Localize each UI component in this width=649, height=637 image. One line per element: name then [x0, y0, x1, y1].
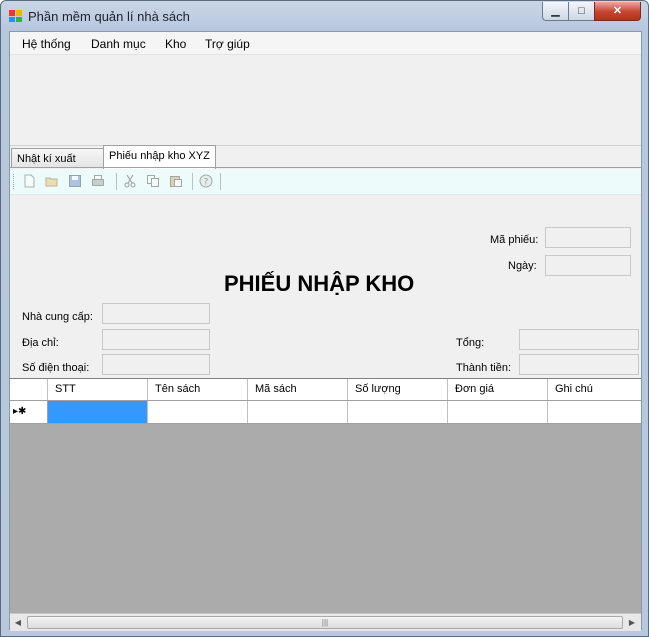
- mdi-upper-panel: [10, 55, 641, 146]
- help-icon[interactable]: ?: [199, 174, 213, 188]
- menu-bar: Hệ thống Danh mục Kho Trợ giúp: [10, 32, 641, 55]
- column-header-ma-sach[interactable]: Mã sách: [248, 379, 348, 400]
- tab-phieu-nhap-kho[interactable]: Phiếu nhập kho XYZ: [103, 145, 216, 169]
- menu-tro-giup[interactable]: Trợ giúp: [205, 37, 250, 51]
- toolbar: ?: [10, 169, 641, 195]
- form-title: PHIẾU NHẬP KHO: [224, 271, 415, 296]
- scroll-right-icon[interactable]: ▶: [624, 615, 640, 630]
- column-header-stt[interactable]: STT: [48, 379, 148, 400]
- close-button[interactable]: ✕: [594, 2, 641, 21]
- dia-chi-label: Địa chỉ:: [22, 337, 59, 349]
- column-header-ghi-chu[interactable]: Ghi chú: [548, 379, 641, 400]
- copy-icon[interactable]: [146, 174, 160, 188]
- tong-label: Tổng:: [456, 337, 485, 349]
- toolbar-separator: [220, 173, 221, 190]
- nha-cung-cap-label: Nhà cung cấp:: [22, 311, 93, 323]
- toolbar-grip[interactable]: [13, 174, 17, 189]
- ma-phieu-field[interactable]: [545, 227, 631, 248]
- column-header-ten-sach[interactable]: Tên sách: [148, 379, 248, 400]
- form-panel: Mã phiếu: Ngày: PHIẾU NHẬP KHO Nhà cung …: [10, 195, 641, 378]
- tab-divider: [10, 167, 641, 168]
- cell-stt[interactable]: [48, 401, 148, 423]
- minimize-button[interactable]: ▁: [542, 2, 569, 21]
- save-icon[interactable]: [68, 174, 82, 188]
- title-bar[interactable]: Phần mềm quản lí nhà sách ▁ □ ✕: [1, 1, 648, 31]
- nha-cung-cap-field[interactable]: [102, 303, 210, 324]
- cell-don-gia[interactable]: [448, 401, 548, 423]
- menu-he-thong[interactable]: Hệ thống: [22, 37, 71, 51]
- paste-icon[interactable]: [169, 174, 183, 188]
- open-folder-icon[interactable]: [45, 174, 59, 188]
- tong-field[interactable]: [519, 329, 639, 350]
- table-row-new[interactable]: ▸✱: [10, 401, 641, 424]
- toolbar-separator: [116, 173, 117, 190]
- main-window: Phần mềm quản lí nhà sách ▁ □ ✕ Hệ thống…: [0, 0, 649, 637]
- data-grid[interactable]: STT Tên sách Mã sách Số lượng Đơn giá Gh…: [10, 378, 641, 614]
- tab-nhat-ki-xuat-nhap[interactable]: Nhật kí xuất nhập: [11, 148, 104, 185]
- cut-icon[interactable]: [123, 174, 137, 188]
- window-title: Phần mềm quản lí nhà sách: [28, 9, 190, 24]
- dia-chi-field[interactable]: [102, 329, 210, 350]
- horizontal-scrollbar[interactable]: ◀ ||| ▶: [10, 613, 641, 631]
- maximize-button[interactable]: □: [568, 2, 595, 21]
- menu-danh-muc[interactable]: Danh mục: [91, 37, 146, 51]
- cell-ma-sach[interactable]: [248, 401, 348, 423]
- scrollbar-thumb[interactable]: |||: [27, 616, 623, 629]
- ngay-label: Ngày:: [508, 260, 537, 272]
- svg-text:?: ?: [204, 178, 209, 188]
- so-dien-thoai-field[interactable]: [102, 354, 210, 375]
- grid-corner-cell[interactable]: [10, 379, 48, 400]
- client-area: Hệ thống Danh mục Kho Trợ giúp Nhật kí x…: [9, 31, 642, 631]
- ma-phieu-label: Mã phiếu:: [490, 234, 539, 246]
- scroll-left-icon[interactable]: ◀: [10, 615, 26, 630]
- app-icon[interactable]: [9, 10, 22, 22]
- menu-kho[interactable]: Kho: [165, 37, 186, 51]
- cell-so-luong[interactable]: [348, 401, 448, 423]
- new-row-indicator[interactable]: ▸✱: [10, 401, 48, 423]
- cell-ten-sach[interactable]: [148, 401, 248, 423]
- thanh-tien-label: Thành tiền:: [456, 362, 512, 374]
- toolbar-separator: [192, 173, 193, 190]
- ngay-field[interactable]: [545, 255, 631, 276]
- column-header-so-luong[interactable]: Số lượng: [348, 379, 448, 400]
- new-document-icon[interactable]: [22, 174, 36, 188]
- column-header-don-gia[interactable]: Đơn giá: [448, 379, 548, 400]
- print-icon[interactable]: [91, 174, 105, 188]
- thanh-tien-field[interactable]: [519, 354, 639, 375]
- cell-ghi-chu[interactable]: [548, 401, 641, 423]
- so-dien-thoai-label: Số điện thoại:: [22, 362, 90, 374]
- grid-header: STT Tên sách Mã sách Số lượng Đơn giá Gh…: [10, 379, 641, 401]
